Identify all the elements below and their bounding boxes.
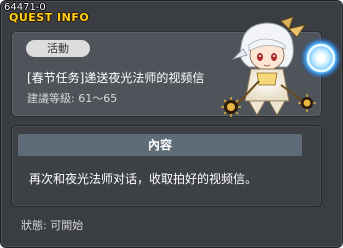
- recommended-level: 建議等級: 61～65: [27, 92, 117, 105]
- quest-name: [春节任务]递送夜光法师的视频信: [27, 71, 205, 85]
- luminous-mage-npc-icon: [221, 16, 341, 117]
- content-header: 內容: [18, 134, 302, 156]
- quest-content-panel: 內容 再次和夜光法师对话，收取拍好的视频信。: [11, 125, 322, 207]
- status-label: 狀態:: [21, 219, 47, 232]
- quest-description: 再次和夜光法师对话，收取拍好的视频信。: [29, 172, 258, 186]
- quest-info-window: 64471-0 QUEST INFO 活動 [春节任务]递送夜光法师的视频信 建…: [0, 0, 343, 248]
- status-value: 可開始: [50, 219, 84, 232]
- level-label: 建議等級:: [27, 92, 75, 105]
- quest-category-tag: 活動: [26, 40, 90, 57]
- window-title: QUEST INFO: [9, 11, 90, 24]
- quest-status: 狀態: 可開始: [21, 219, 83, 232]
- level-range: 61～65: [78, 92, 118, 105]
